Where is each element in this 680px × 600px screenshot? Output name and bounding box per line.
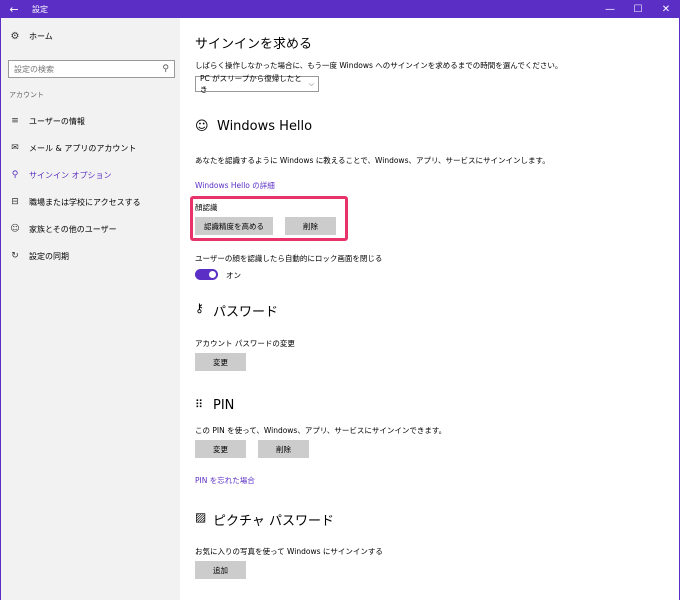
search-input[interactable] — [14, 64, 144, 74]
keypad-icon: ⠿ — [195, 398, 203, 411]
key-icon: ⚲ — [11, 170, 19, 180]
picture-password-add-button[interactable]: 追加 — [195, 561, 246, 579]
sidebar-item-label: 職場または学校にアクセスする — [29, 197, 141, 207]
toggle-knob — [209, 271, 216, 278]
picture-icon: ▨ — [195, 510, 207, 524]
minimize-button[interactable]: — — [596, 0, 624, 18]
improve-recognition-button[interactable]: 認識精度を高める — [195, 217, 273, 235]
pin-remove-button[interactable]: 削除 — [258, 440, 309, 458]
user-info-icon: ≡ — [11, 116, 19, 126]
sidebar-item-signin-options[interactable]: ⚲ サインイン オプション — [9, 169, 112, 181]
windows-hello-details-link[interactable]: Windows Hello の詳細 — [195, 180, 275, 191]
chevron-down-icon: ⌵ — [308, 79, 314, 88]
sidebar: ⚙ ホーム ⚲ アカウント ≡ ユーザーの情報 ✉ メール & アプリのアカウン… — [1, 18, 180, 600]
gear-icon: ⚙ — [10, 31, 20, 42]
signin-required-title: サインインを求める — [195, 37, 313, 52]
search-icon[interactable]: ⚲ — [162, 64, 169, 74]
auto-unlock-state: オン — [226, 271, 241, 280]
windows-hello-title: Windows Hello — [217, 119, 313, 134]
sidebar-item-label: ホーム — [29, 32, 53, 41]
face-remove-button[interactable]: 削除 — [285, 217, 336, 235]
minimize-icon: — — [605, 3, 615, 15]
sidebar-item-label: メール & アプリのアカウント — [29, 143, 137, 153]
window-title: 設定 — [32, 4, 48, 14]
picture-password-description: お気に入りの写真を使って Windows にサインインする — [195, 547, 383, 556]
sync-icon: ↻ — [11, 251, 19, 261]
sidebar-item-label: ユーザーの情報 — [29, 116, 85, 126]
auto-unlock-label: ユーザーの顔を認識したら自動的にロック画面を閉じる — [195, 254, 383, 263]
search-box[interactable]: ⚲ — [8, 60, 175, 78]
mail-icon: ✉ — [11, 143, 19, 153]
auto-unlock-toggle[interactable] — [195, 269, 218, 280]
signin-required-dropdown[interactable]: PC がスリープから復帰したとき ⌵ — [195, 74, 319, 94]
face-recognition-label: 顔認識 — [195, 203, 218, 212]
close-button[interactable]: ✕ — [652, 0, 680, 18]
briefcase-icon: ⊟ — [11, 197, 19, 207]
back-arrow-icon: ← — [9, 2, 19, 16]
signin-required-description: しばらく操作しなかった場合に、もう一度 Windows へのサインインを求めるま… — [195, 61, 563, 70]
sidebar-item-mail-accounts[interactable]: ✉ メール & アプリのアカウント — [9, 142, 136, 154]
sidebar-item-label: サインイン オプション — [29, 170, 112, 180]
sidebar-item-sync[interactable]: ↻ 設定の同期 — [9, 250, 69, 262]
pin-title: PIN — [213, 398, 235, 413]
pin-change-button[interactable]: 変更 — [195, 440, 246, 458]
pin-forgot-link[interactable]: PIN を忘れた場合 — [195, 475, 255, 486]
picture-password-title: ピクチャ パスワード — [213, 514, 335, 529]
close-icon: ✕ — [661, 3, 671, 15]
password-change-label: アカウント パスワードの変更 — [195, 339, 295, 348]
pin-description: この PIN を使って、Windows、アプリ、サービスにサインインできます。 — [195, 426, 447, 435]
sidebar-item-family[interactable]: ☺ 家族とその他のユーザー — [9, 223, 117, 235]
smile-icon: ☺ — [195, 119, 209, 134]
password-change-button[interactable]: 変更 — [195, 353, 246, 371]
sidebar-item-home[interactable]: ⚙ ホーム — [9, 31, 53, 42]
back-button[interactable]: ← — [0, 0, 28, 18]
sidebar-section-label: アカウント — [9, 91, 44, 99]
title-bar: ← 設定 — ☐ ✕ — [0, 0, 680, 18]
windows-hello-description: あなたを認識するように Windows に教えることで、Windows、アプリ、… — [195, 156, 550, 165]
sidebar-item-user-info[interactable]: ≡ ユーザーの情報 — [9, 115, 85, 127]
maximize-button[interactable]: ☐ — [624, 0, 652, 18]
key-icon: ⚷ — [195, 301, 204, 315]
dropdown-value: PC がスリープから復帰したとき — [200, 74, 302, 94]
sidebar-item-label: 家族とその他のユーザー — [29, 224, 117, 234]
sidebar-item-work-school[interactable]: ⊟ 職場または学校にアクセスする — [9, 196, 141, 208]
password-title: パスワード — [213, 305, 279, 320]
maximize-icon: ☐ — [633, 3, 643, 15]
sidebar-item-label: 設定の同期 — [29, 251, 69, 261]
people-icon: ☺ — [10, 224, 20, 234]
